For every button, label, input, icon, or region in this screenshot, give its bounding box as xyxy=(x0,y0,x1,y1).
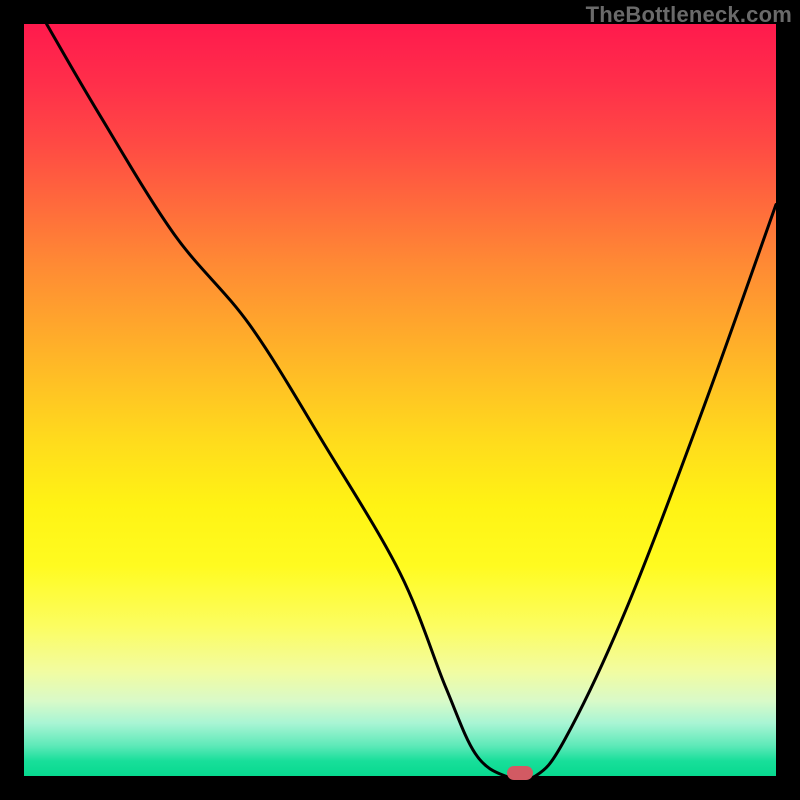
bottleneck-curve xyxy=(24,24,776,776)
optimum-marker xyxy=(507,766,533,780)
chart-frame: TheBottleneck.com xyxy=(0,0,800,800)
plot-area xyxy=(24,24,776,776)
